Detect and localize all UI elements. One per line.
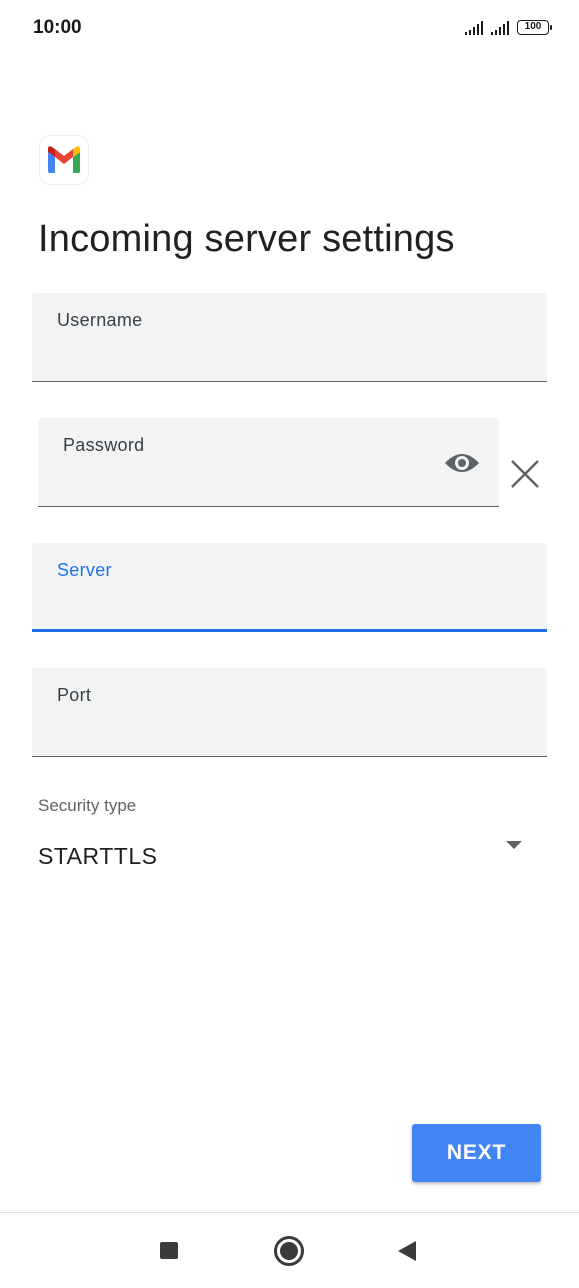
- dropdown-arrow-icon[interactable]: [506, 841, 522, 849]
- home-circle-icon[interactable]: [274, 1236, 304, 1266]
- signal-icon: [491, 21, 509, 35]
- username-field[interactable]: Username: [32, 293, 547, 382]
- gmail-logo-icon: [40, 136, 88, 184]
- page-title: Incoming server settings: [38, 218, 455, 260]
- password-field[interactable]: Password: [38, 418, 499, 507]
- server-label: Server: [57, 560, 112, 580]
- port-label: Port: [57, 685, 92, 705]
- username-label: Username: [57, 310, 143, 330]
- recents-square-icon[interactable]: [160, 1242, 178, 1259]
- close-icon[interactable]: [508, 457, 542, 491]
- security-type-value: STARTTLS: [38, 843, 158, 869]
- password-input[interactable]: [63, 466, 429, 496]
- port-input[interactable]: [57, 716, 522, 746]
- status-icons: 100: [465, 20, 552, 35]
- port-field[interactable]: Port: [32, 668, 547, 757]
- back-triangle-icon[interactable]: [398, 1241, 416, 1261]
- navigation-bar: [0, 1212, 579, 1288]
- server-input[interactable]: [57, 589, 522, 619]
- security-type-label: Security type: [38, 796, 137, 815]
- battery-icon: 100: [517, 20, 552, 35]
- next-button[interactable]: NEXT: [412, 1124, 541, 1182]
- gmail-m-icon: [48, 146, 80, 173]
- server-field[interactable]: Server: [32, 543, 547, 632]
- signal-icon: [465, 21, 483, 35]
- status-bar: 10:00 100: [0, 0, 579, 56]
- username-input[interactable]: [57, 341, 522, 371]
- eye-icon[interactable]: [443, 448, 481, 478]
- status-time: 10:00: [33, 17, 82, 38]
- password-label: Password: [63, 435, 145, 455]
